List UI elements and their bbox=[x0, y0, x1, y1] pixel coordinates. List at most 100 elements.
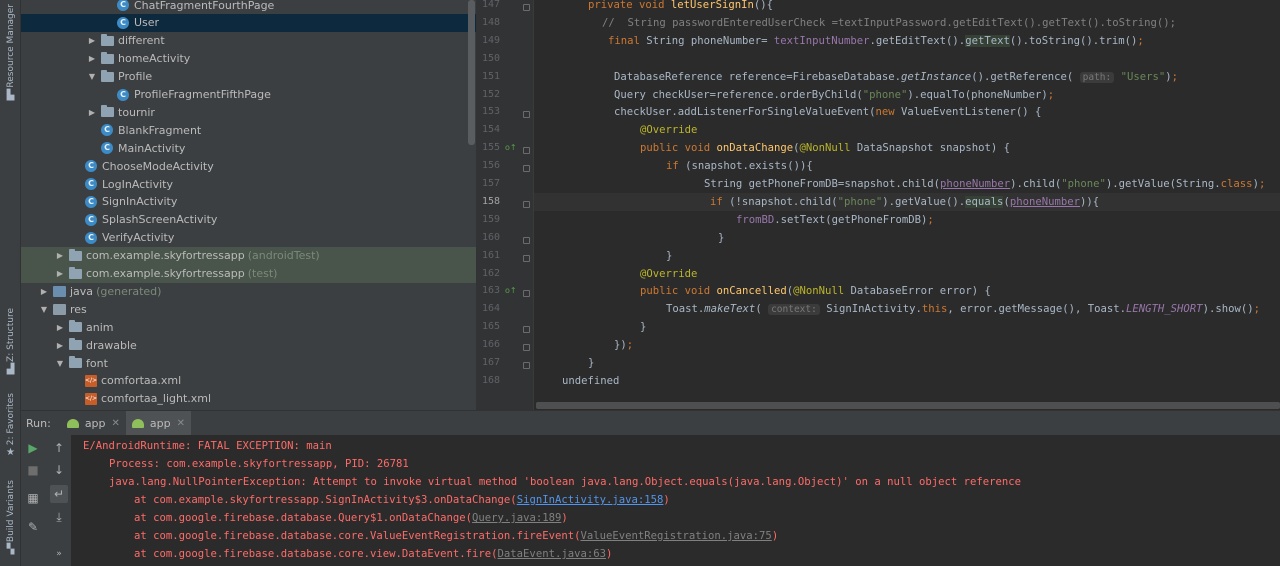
fold-marker-icon[interactable] bbox=[523, 290, 530, 298]
build-variants-tab[interactable]: Build Variants ▚ bbox=[0, 480, 21, 555]
tree-item[interactable]: ▼ res bbox=[21, 300, 476, 318]
tree-item[interactable]: ▶ anim bbox=[21, 318, 476, 336]
layout-icon[interactable]: ▦ bbox=[24, 489, 42, 507]
collapsed-arrow-icon[interactable]: ▶ bbox=[55, 341, 65, 350]
code-line[interactable]: @Override bbox=[534, 265, 1280, 283]
fold-marker-icon[interactable] bbox=[523, 254, 530, 262]
code-line[interactable]: // String passwordEnteredUserCheck =text… bbox=[534, 14, 1280, 32]
fold-marker-icon[interactable] bbox=[523, 165, 530, 173]
tree-item[interactable]: C ProfileFragmentFifthPage bbox=[21, 86, 476, 104]
fold-marker-icon[interactable] bbox=[523, 111, 530, 119]
override-marker-icon[interactable]: o↑ bbox=[505, 143, 517, 152]
tree-item[interactable]: ▶ com.example.skyfortressapp (androidTest) bbox=[21, 246, 476, 265]
tree-scrollbar[interactable] bbox=[468, 0, 475, 145]
code-line[interactable]: undefined bbox=[534, 372, 1280, 390]
tree-item[interactable]: ▶ com.example.skyfortressapp (test) bbox=[21, 264, 476, 283]
stacktrace-link[interactable]: DataEvent.java:63 bbox=[498, 548, 606, 560]
pin-icon[interactable]: ✎ bbox=[24, 518, 42, 536]
close-icon[interactable]: ✕ bbox=[177, 418, 185, 429]
code-line[interactable]: String getPhoneFromDB=snapshot.child(pho… bbox=[534, 175, 1280, 193]
structure-tab[interactable]: Z: Structure ▟ bbox=[0, 308, 21, 375]
run-tab-app-1[interactable]: app ✕ bbox=[61, 411, 126, 436]
code-line[interactable]: DatabaseReference reference=FirebaseData… bbox=[534, 68, 1280, 86]
tree-item-label: com.example.skyfortressapp bbox=[86, 249, 245, 263]
collapsed-arrow-icon[interactable]: ▶ bbox=[39, 287, 49, 296]
fold-marker-icon[interactable] bbox=[523, 326, 530, 334]
tree-item[interactable]: C ChooseModeActivity bbox=[21, 157, 476, 175]
code-editor[interactable]: 147 148 149 150 151 152 153 154 155 o↑ 156 157 158 15… bbox=[476, 0, 1280, 410]
tree-item[interactable]: C ChatFragmentFourthPage bbox=[21, 0, 476, 14]
code-line[interactable]: } bbox=[534, 247, 1280, 265]
console-text: ) bbox=[771, 530, 779, 542]
collapsed-arrow-icon[interactable]: ▶ bbox=[55, 323, 65, 332]
left-tool-strip: Resource Manager ▙ Z: Structure ▟ 2: Fav… bbox=[0, 0, 21, 566]
fold-marker-icon[interactable] bbox=[523, 362, 530, 369]
tree-item[interactable]: C BlankFragment bbox=[21, 121, 476, 139]
expanded-arrow-icon[interactable]: ▼ bbox=[55, 359, 65, 368]
stacktrace-link[interactable]: ValueEventRegistration.java:75 bbox=[580, 530, 771, 542]
code-line[interactable]: private void letUserSignIn(){ bbox=[534, 0, 1280, 14]
tree-item[interactable]: C LogInActivity bbox=[21, 175, 476, 193]
code-line[interactable]: public void onCancelled(@NonNull Databas… bbox=[534, 282, 1280, 300]
scroll-up-icon[interactable]: ↑ bbox=[50, 439, 68, 457]
console-line: at com.google.firebase.database.core.vie… bbox=[134, 545, 612, 563]
fold-marker-icon[interactable] bbox=[523, 236, 530, 244]
code-line[interactable]: fromBD.setText(getPhoneFromDB); bbox=[534, 211, 1280, 229]
fold-marker-icon[interactable] bbox=[523, 4, 530, 11]
tree-item[interactable]: C SplashScreenActivity bbox=[21, 211, 476, 229]
collapsed-arrow-icon[interactable]: ▶ bbox=[87, 108, 97, 117]
override-marker-icon[interactable]: o↑ bbox=[505, 286, 517, 295]
expanded-arrow-icon[interactable]: ▼ bbox=[39, 305, 49, 314]
scroll-to-end-icon[interactable]: ⤓ bbox=[50, 508, 68, 526]
stop-icon[interactable]: ■ bbox=[24, 461, 42, 479]
stacktrace-link[interactable]: Query.java:189 bbox=[472, 512, 561, 524]
code-line[interactable]: if (snapshot.exists()){ bbox=[534, 157, 1280, 175]
line-number: 153 bbox=[481, 106, 500, 118]
tree-item[interactable]: ▼ font bbox=[21, 354, 476, 372]
tree-item[interactable]: C SignInActivity bbox=[21, 193, 476, 211]
tree-item[interactable]: ▶ different bbox=[21, 32, 476, 50]
tree-item[interactable]: ▶ homeActivity bbox=[21, 50, 476, 68]
code-line[interactable]: Toast.makeText( context: SignInActivity.… bbox=[534, 300, 1280, 318]
tree-item[interactable]: ▶ tournir bbox=[21, 103, 476, 121]
fold-marker-icon[interactable] bbox=[523, 147, 530, 155]
code-line[interactable]: checkUser.addListenerForSingleValueEvent… bbox=[534, 103, 1280, 121]
code-line[interactable]: } bbox=[534, 354, 1280, 372]
tree-item[interactable]: ▶ java (generated) bbox=[21, 282, 476, 300]
rerun-icon[interactable]: ▶ bbox=[24, 439, 42, 457]
scroll-down-icon[interactable]: ↓ bbox=[50, 461, 68, 479]
tree-item[interactable]: </> comfortaa.xml bbox=[21, 372, 476, 390]
code-line[interactable]: } bbox=[534, 318, 1280, 336]
tree-item[interactable]: ▼ Profile bbox=[21, 68, 476, 86]
collapsed-arrow-icon[interactable]: ▶ bbox=[55, 269, 65, 278]
code-line[interactable]: } bbox=[534, 229, 1280, 247]
code-line[interactable]: final String phoneNumber= textInputNumbe… bbox=[534, 32, 1280, 50]
collapsed-arrow-icon[interactable]: ▶ bbox=[87, 36, 97, 45]
collapsed-arrow-icon[interactable]: ▶ bbox=[87, 54, 97, 63]
stacktrace-link[interactable]: SignInActivity.java:158 bbox=[517, 494, 664, 506]
tree-item[interactable]: C VerifyActivity bbox=[21, 229, 476, 247]
resource-manager-tab[interactable]: Resource Manager ▙ bbox=[0, 4, 21, 101]
code-line[interactable] bbox=[534, 50, 1280, 68]
soft-wrap-icon[interactable]: ↵ bbox=[50, 485, 68, 503]
run-console[interactable]: E/AndroidRuntime: FATAL EXCEPTION: main P… bbox=[71, 435, 1280, 566]
expanded-arrow-icon[interactable]: ▼ bbox=[87, 72, 97, 81]
code-line[interactable]: @Override bbox=[534, 121, 1280, 139]
code-line[interactable]: Query checkUser=reference.orderByChild("… bbox=[534, 86, 1280, 104]
fold-marker-icon[interactable] bbox=[523, 200, 530, 208]
tree-item[interactable]: C User bbox=[21, 13, 476, 32]
code-line[interactable]: public void onDataChange(@NonNull DataSn… bbox=[534, 139, 1280, 157]
build-variants-icon: ▚ bbox=[6, 544, 15, 556]
favorites-tab[interactable]: 2: Favorites ★ bbox=[0, 393, 21, 458]
code-line[interactable]: if (!snapshot.child("phone").getValue().… bbox=[534, 192, 1280, 211]
collapsed-arrow-icon[interactable]: ▶ bbox=[55, 251, 65, 260]
tree-item[interactable]: C MainActivity bbox=[21, 139, 476, 157]
more-icon[interactable]: » bbox=[50, 545, 68, 563]
run-tab-app-2[interactable]: app ✕ bbox=[125, 410, 192, 436]
tree-item[interactable]: </> comfortaa_light.xml bbox=[21, 390, 476, 408]
editor-horizontal-scrollbar[interactable] bbox=[536, 402, 1280, 409]
close-icon[interactable]: ✕ bbox=[112, 418, 120, 429]
fold-marker-icon[interactable] bbox=[523, 344, 530, 352]
tree-item[interactable]: ▶ drawable bbox=[21, 336, 476, 354]
code-line[interactable]: }); bbox=[534, 336, 1280, 354]
